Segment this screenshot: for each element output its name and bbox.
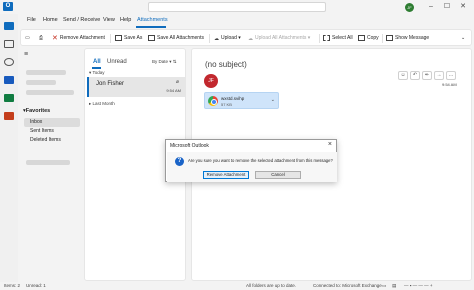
- tab-attachments[interactable]: Attachments: [137, 17, 168, 23]
- powerpoint-icon[interactable]: [4, 112, 14, 120]
- message-sender: Jon Fisher: [96, 81, 125, 87]
- status-items: Items: 2: [4, 283, 21, 288]
- people-icon[interactable]: [4, 58, 14, 66]
- save-as-button[interactable]: Save As: [115, 34, 142, 42]
- remove-x-icon: ✕: [52, 34, 58, 42]
- active-tab-indicator: [136, 26, 166, 28]
- forward-icon[interactable]: →: [434, 71, 444, 80]
- tab-all[interactable]: All: [93, 59, 101, 65]
- save-all-attachments-button[interactable]: Save All Attachments: [148, 34, 204, 42]
- remove-attachment-confirm-button[interactable]: Remove Attachment: [203, 171, 249, 179]
- more-options-icon[interactable]: …: [446, 71, 456, 80]
- zoom-slider[interactable]: — ▪ — — — +: [404, 283, 432, 288]
- tab-send-receive[interactable]: Send / Receive: [63, 17, 100, 23]
- folder-sent-items[interactable]: Sent Items: [24, 127, 80, 136]
- status-unread: Unread: 1: [26, 283, 46, 288]
- group-last-month[interactable]: ▸ Last Month: [89, 101, 115, 107]
- minimize-button[interactable]: –: [426, 2, 436, 12]
- reply-icon[interactable]: ↶: [410, 71, 420, 80]
- folder-deleted-items[interactable]: Deleted Items: [24, 136, 80, 145]
- save-all-icon: [148, 34, 155, 41]
- favorites-header[interactable]: ▾Favorites: [23, 108, 50, 114]
- ribbon-separator: [209, 34, 210, 43]
- message-time: 9:54 AM: [166, 88, 181, 93]
- active-filter-indicator: [92, 67, 101, 69]
- search-input[interactable]: [148, 2, 326, 12]
- account-avatar[interactable]: JF: [405, 3, 414, 12]
- cloud-upload-icon: ☁: [214, 35, 219, 42]
- redacted-account: [26, 70, 66, 75]
- select-all-button[interactable]: Select All: [323, 34, 353, 42]
- cloud-upload-all-icon: ☁: [248, 35, 253, 42]
- mail-icon[interactable]: [4, 22, 14, 30]
- copy-button[interactable]: Copy: [358, 34, 379, 42]
- status-bar: Items: 2 Unread: 1 All folders are up to…: [0, 282, 474, 290]
- excel-icon[interactable]: [4, 94, 14, 102]
- tab-home[interactable]: Home: [43, 17, 58, 23]
- chrome-file-icon: [208, 96, 218, 106]
- tab-help[interactable]: Help: [120, 17, 131, 23]
- ribbon-separator: [110, 34, 111, 43]
- reply-all-icon[interactable]: ↞: [422, 71, 432, 80]
- dialog-body: ? Are you sure you want to remove the se…: [167, 152, 337, 182]
- message-icon: [386, 34, 393, 41]
- confirm-dialog: Microsoft Outlook × ? Are you sure you w…: [165, 139, 337, 182]
- emoji-icon[interactable]: ☺: [398, 71, 408, 80]
- calendar-icon[interactable]: [4, 40, 14, 48]
- cancel-button[interactable]: Cancel: [255, 171, 301, 179]
- ribbon-expand-icon[interactable]: ▭: [25, 34, 30, 42]
- upload-all-attachments-button[interactable]: ☁ Upload All Attachments ▾: [248, 34, 310, 42]
- maximize-button[interactable]: ☐: [442, 2, 452, 12]
- hamburger-menu-icon[interactable]: ≡: [24, 51, 28, 58]
- folder-inbox[interactable]: Inbox: [24, 118, 80, 127]
- ribbon-collapse-icon[interactable]: ⌄: [461, 34, 465, 42]
- select-all-icon: [323, 34, 330, 41]
- message-timestamp: 9:54 AM: [442, 82, 457, 87]
- menu-bar: File Home Send / Receive View Help Attac…: [18, 14, 474, 28]
- group-today[interactable]: ▾ Today: [89, 70, 104, 76]
- dialog-title: Microsoft Outlook: [170, 143, 209, 149]
- redacted-account: [26, 160, 70, 165]
- title-bar: O JF – ☐ ✕: [0, 0, 474, 14]
- message-item[interactable]: Jon Fisher ⌀ 9:54 AM: [87, 77, 185, 97]
- ribbon-separator: [319, 34, 320, 43]
- tab-view[interactable]: View: [103, 17, 115, 23]
- attachment-name: wxstd.svihp: [221, 96, 245, 101]
- status-sync: All folders are up to date.: [246, 283, 297, 288]
- word-icon[interactable]: [4, 76, 14, 84]
- copy-icon: [358, 34, 365, 41]
- sort-dropdown[interactable]: By Date ▾ ⇅: [152, 59, 177, 65]
- attachment-card[interactable]: wxstd.svihp 57 KB ⌄: [204, 92, 279, 109]
- remove-attachment-button[interactable]: ✕ Remove Attachment: [52, 34, 105, 42]
- sender-avatar[interactable]: JF: [204, 74, 218, 88]
- message-subject: (no subject): [205, 60, 247, 69]
- dialog-message: Are you sure you want to remove the sele…: [188, 158, 333, 163]
- status-connection: Connected to: Microsoft Exchange: [313, 283, 382, 288]
- chevron-down-icon[interactable]: ⌄: [271, 97, 275, 103]
- app-rail: [0, 14, 18, 282]
- tab-unread[interactable]: Unread: [107, 59, 127, 65]
- tab-file[interactable]: File: [27, 17, 36, 23]
- view-reading-icon[interactable]: ▤: [392, 283, 396, 289]
- view-normal-icon[interactable]: ▭: [382, 283, 386, 289]
- question-icon: ?: [175, 157, 184, 166]
- redacted-account: [26, 80, 56, 85]
- save-icon: [115, 34, 122, 41]
- print-icon[interactable]: ⎙: [39, 34, 43, 42]
- outlook-logo-icon: O: [3, 2, 13, 11]
- ribbon: ▭ ⎙ ✕ Remove Attachment Save As Save All …: [20, 29, 472, 46]
- paperclip-icon: ⌀: [175, 79, 179, 85]
- folder-pane: ≡ ▾Favorites Inbox Sent Items Deleted It…: [20, 48, 82, 281]
- attachment-size: 57 KB: [221, 102, 232, 107]
- ribbon-separator: [382, 34, 383, 43]
- redacted-account: [26, 90, 74, 95]
- dialog-close-button[interactable]: ×: [328, 141, 332, 148]
- show-message-button[interactable]: Show Message: [386, 34, 429, 42]
- close-window-button[interactable]: ✕: [458, 2, 468, 12]
- upload-button[interactable]: ☁ Upload ▾: [214, 34, 241, 42]
